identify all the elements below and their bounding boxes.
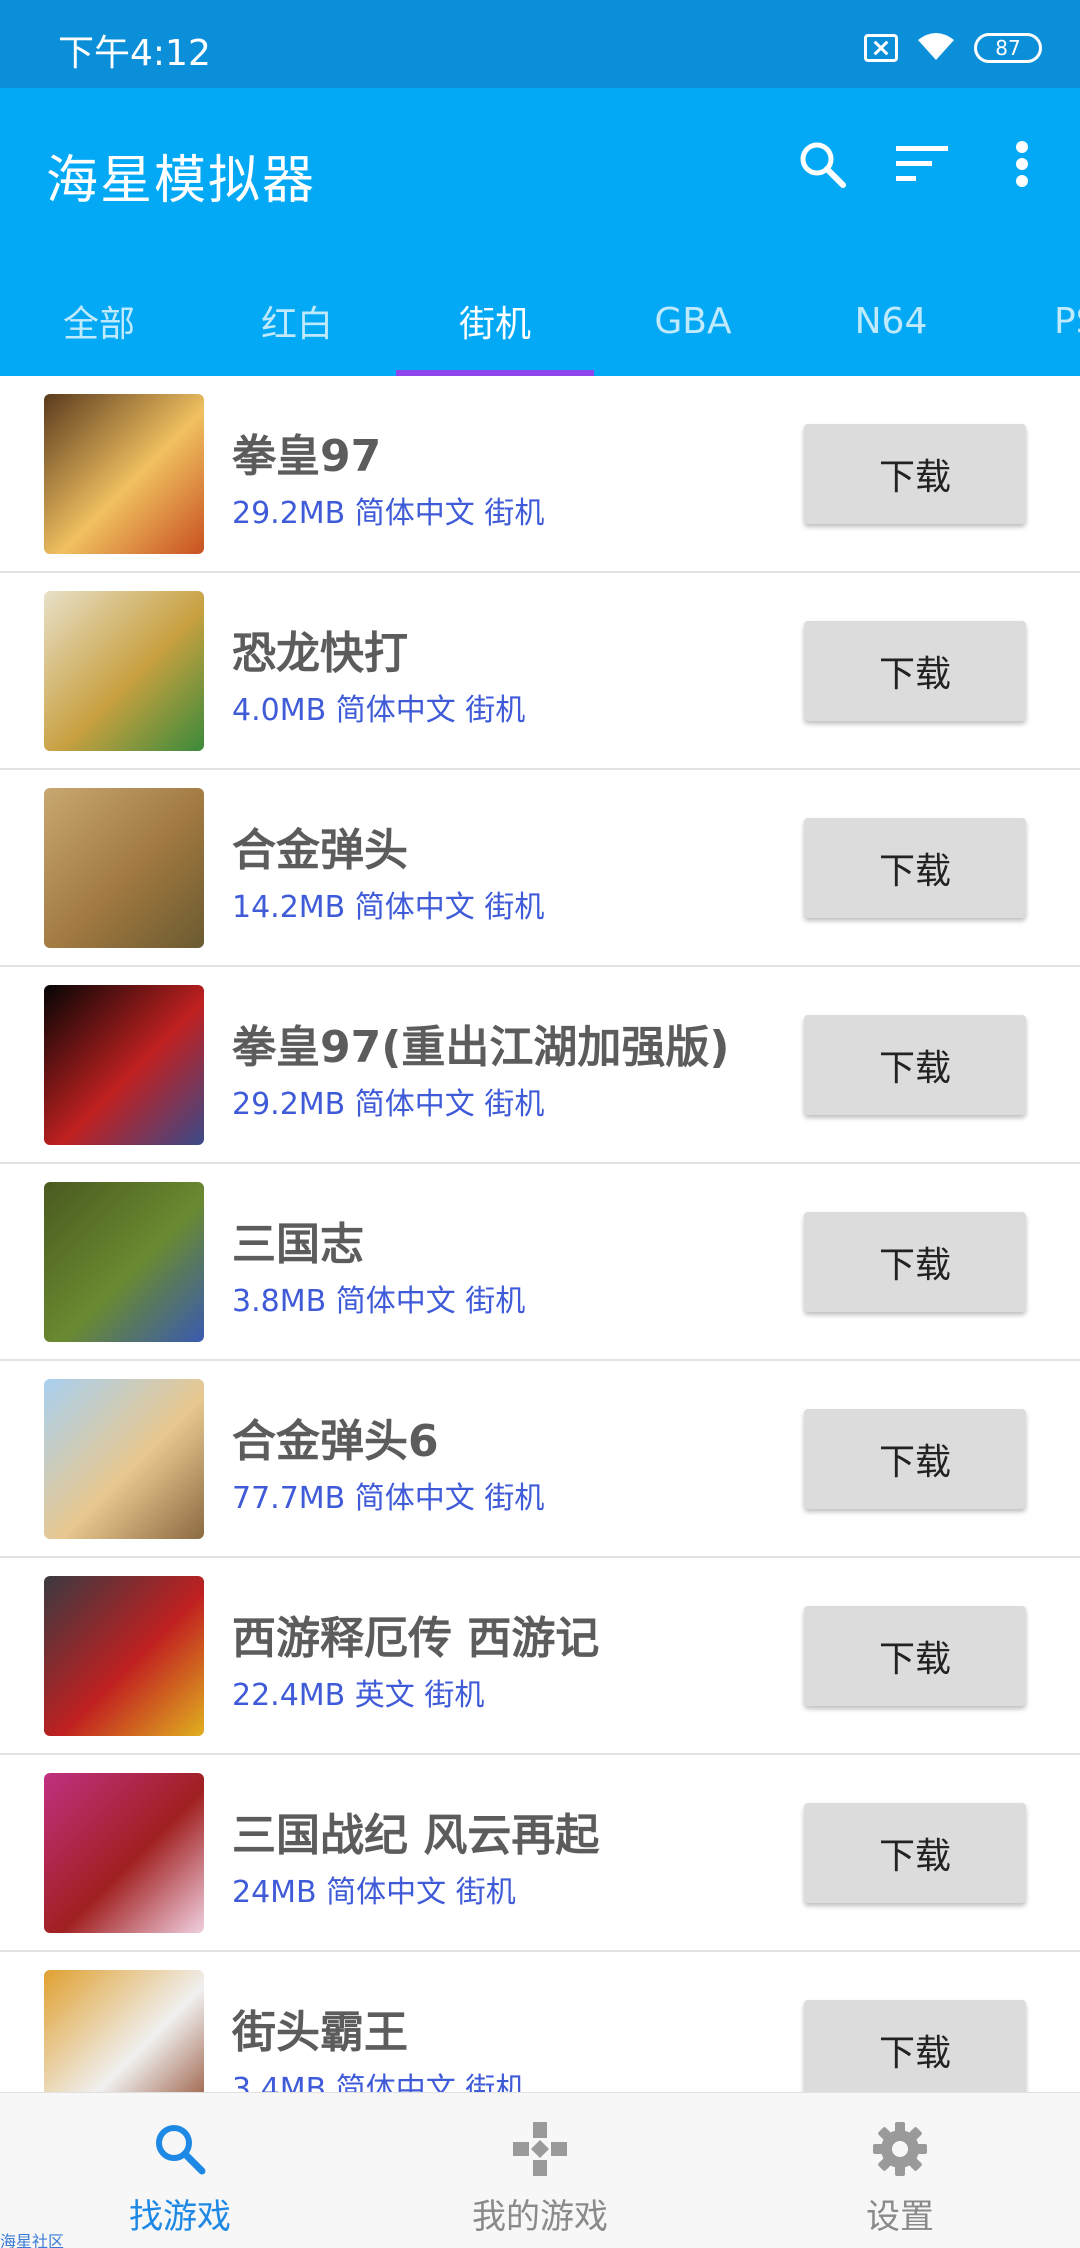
game-thumbnail[interactable] (44, 1576, 204, 1736)
game-thumbnail[interactable] (44, 985, 204, 1145)
game-row[interactable]: 三国战纪 风云再起 24MB 简体中文 街机 下载 (0, 1755, 1080, 1952)
download-button[interactable]: 下载 (804, 621, 1026, 721)
game-row[interactable]: 西游释厄传 西游记 22.4MB 英文 街机 下载 (0, 1558, 1080, 1755)
download-button[interactable]: 下载 (804, 2000, 1026, 2092)
game-thumbnail[interactable] (44, 1182, 204, 1342)
game-meta: 24MB 简体中文 街机 (232, 1875, 516, 1910)
app-title: 海星模拟器 (46, 151, 317, 211)
game-thumbnail[interactable] (44, 1379, 204, 1539)
game-meta: 77.7MB 简体中文 街机 (232, 1481, 545, 1516)
game-name: 街头霸王 (232, 2007, 408, 2058)
tab-n64[interactable]: N64 (792, 266, 990, 376)
search-button[interactable] (794, 136, 850, 192)
download-button[interactable]: 下载 (804, 1212, 1026, 1312)
no-sim-icon (864, 34, 898, 62)
search-icon (148, 2117, 212, 2181)
tab-arcade[interactable]: 街机 (396, 266, 594, 376)
nav-label: 设置 (866, 2197, 934, 2237)
download-button[interactable]: 下载 (804, 818, 1026, 918)
sort-icon (896, 146, 948, 181)
app-actions (794, 136, 1050, 192)
game-meta: 3.4MB 简体中文 街机 (232, 2072, 526, 2092)
gamepad-icon (508, 2117, 572, 2181)
nav-settings[interactable]: 设置 (720, 2093, 1080, 2248)
more-options-button[interactable] (994, 136, 1050, 192)
game-meta: 29.2MB 简体中文 街机 (232, 1087, 545, 1122)
tab-ps[interactable]: PS (990, 266, 1080, 376)
game-name: 西游释厄传 西游记 (232, 1613, 600, 1664)
game-thumbnail[interactable] (44, 1773, 204, 1933)
nav-label: 我的游戏 (472, 2197, 608, 2237)
game-row[interactable]: 拳皇97(重出江湖加强版) 29.2MB 简体中文 街机 下载 (0, 967, 1080, 1164)
game-name: 拳皇97(重出江湖加强版) (232, 1022, 730, 1073)
game-thumbnail[interactable] (44, 1970, 204, 2092)
game-thumbnail[interactable] (44, 394, 204, 554)
game-row[interactable]: 拳皇97 29.2MB 简体中文 街机 下载 (0, 376, 1080, 573)
game-thumbnail[interactable] (44, 788, 204, 948)
download-button[interactable]: 下载 (804, 1015, 1026, 1115)
game-thumbnail[interactable] (44, 591, 204, 751)
download-button[interactable]: 下载 (804, 1409, 1026, 1509)
game-name: 合金弹头 (232, 825, 408, 876)
game-name: 三国志 (232, 1219, 364, 1270)
game-meta: 4.0MB 简体中文 街机 (232, 693, 526, 728)
game-name: 拳皇97 (232, 431, 382, 482)
download-button[interactable]: 下载 (804, 424, 1026, 524)
battery-level: 87 (995, 36, 1021, 60)
game-meta: 29.2MB 简体中文 街机 (232, 496, 545, 531)
game-row[interactable]: 街头霸王 3.4MB 简体中文 街机 下载 (0, 1952, 1080, 2092)
download-button[interactable]: 下载 (804, 1606, 1026, 1706)
gear-icon (868, 2117, 932, 2181)
tab-gba[interactable]: GBA (594, 266, 792, 376)
watermark: 海星社区 (0, 2232, 65, 2248)
status-icons: 87 (864, 28, 1042, 68)
game-name: 三国战纪 风云再起 (232, 1810, 600, 1861)
status-bar: 下午4:12 87 (0, 0, 1080, 88)
game-name: 恐龙快打 (232, 628, 408, 679)
game-row[interactable]: 三国志 3.8MB 简体中文 街机 下载 (0, 1164, 1080, 1361)
status-time: 下午4:12 (58, 33, 211, 74)
game-row[interactable]: 恐龙快打 4.0MB 简体中文 街机 下载 (0, 573, 1080, 770)
app-bar: 海星模拟器 (0, 88, 1080, 266)
game-row[interactable]: 合金弹头6 77.7MB 简体中文 街机 下载 (0, 1361, 1080, 1558)
tab-all[interactable]: 全部 (0, 266, 198, 376)
nav-my-games[interactable]: 我的游戏 (360, 2093, 720, 2248)
more-vert-icon (1016, 141, 1028, 187)
game-meta: 14.2MB 简体中文 街机 (232, 890, 545, 925)
nav-find-games[interactable]: 找游戏 (0, 2093, 360, 2248)
game-meta: 3.8MB 简体中文 街机 (232, 1284, 526, 1319)
category-tabs: 全部 红白 街机 GBA N64 PS (0, 266, 1080, 376)
search-icon (800, 142, 846, 188)
nav-label: 找游戏 (129, 2197, 231, 2237)
bottom-nav: 找游戏 我的游戏 设置 (0, 2092, 1080, 2248)
download-button[interactable]: 下载 (804, 1803, 1026, 1903)
game-list: 拳皇97 29.2MB 简体中文 街机 下载 恐龙快打 4.0MB 简体中文 街机 下载合… (0, 376, 1080, 2092)
game-meta: 22.4MB 英文 街机 (232, 1678, 485, 1713)
game-row[interactable]: 合金弹头 14.2MB 简体中文 街机 下载 (0, 770, 1080, 967)
tab-fc[interactable]: 红白 (198, 266, 396, 376)
game-name: 合金弹头6 (232, 1416, 439, 1467)
sort-button[interactable] (894, 136, 950, 192)
wifi-icon (916, 30, 956, 66)
battery-icon: 87 (974, 33, 1042, 63)
